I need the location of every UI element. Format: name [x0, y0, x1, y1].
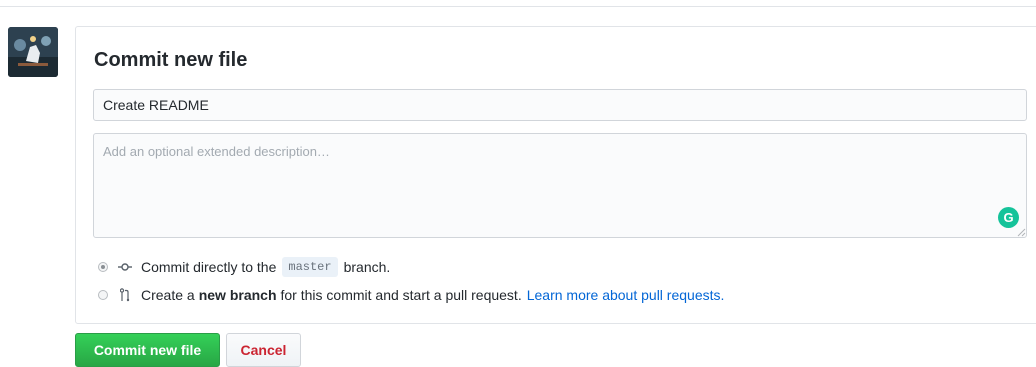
commit-new-file-button[interactable]: Commit new file	[75, 333, 220, 367]
resize-handle-icon[interactable]	[1016, 227, 1026, 237]
grammarly-icon[interactable]: G	[998, 207, 1019, 228]
new-branch-text-before: Create a	[141, 287, 195, 303]
commit-summary-input[interactable]	[93, 89, 1027, 121]
avatar[interactable]	[8, 27, 58, 77]
grammarly-badge-label: G	[1003, 210, 1014, 225]
git-pull-request-icon	[117, 288, 133, 302]
new-branch-bold: new branch	[198, 287, 277, 303]
commit-form-panel: Commit new file G Commit directly to the…	[75, 26, 1036, 324]
new-branch-radio[interactable]	[98, 290, 108, 300]
commit-form-title: Commit new file	[94, 49, 248, 71]
commit-direct-text: Commit directly to the	[141, 259, 277, 275]
radio-selected-dot	[101, 265, 105, 269]
avatar-image	[8, 27, 58, 77]
new-branch-text-after: for this commit and start a pull request…	[280, 287, 522, 303]
branch-name-code: master	[282, 257, 338, 277]
top-divider	[0, 6, 1036, 7]
commit-direct-option[interactable]: Commit directly to the master branch.	[98, 257, 390, 277]
git-commit-icon	[117, 260, 133, 274]
pull-requests-help-link[interactable]: Learn more about pull requests.	[527, 287, 725, 303]
commit-direct-text-after: branch.	[343, 259, 391, 275]
commit-direct-radio[interactable]	[98, 262, 108, 272]
cancel-button[interactable]: Cancel	[226, 333, 301, 367]
new-branch-option[interactable]: Create a new branch for this commit and …	[98, 287, 724, 303]
commit-description-textarea[interactable]	[93, 133, 1027, 238]
